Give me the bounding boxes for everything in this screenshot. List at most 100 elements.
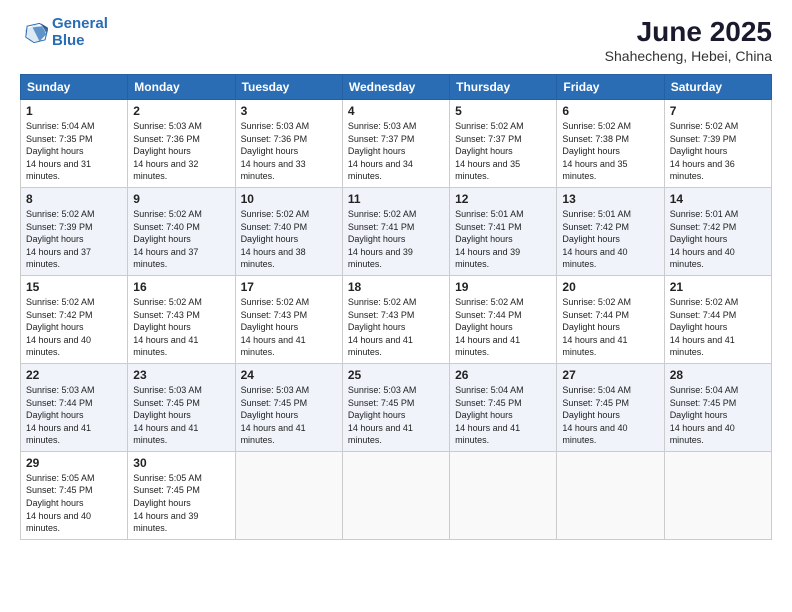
col-thursday: Thursday: [450, 75, 557, 100]
calendar-week-row: 29 Sunrise: 5:05 AMSunset: 7:45 PMDayligh…: [21, 451, 772, 539]
table-row: 23 Sunrise: 5:03 AMSunset: 7:45 PMDayligh…: [128, 363, 235, 451]
day-info: Sunrise: 5:03 AMSunset: 7:36 PMDaylight …: [133, 120, 229, 183]
calendar-title: June 2025: [605, 16, 772, 48]
table-row: 19 Sunrise: 5:02 AMSunset: 7:44 PMDayligh…: [450, 275, 557, 363]
header: General Blue June 2025 Shahecheng, Hebei…: [20, 16, 772, 64]
col-tuesday: Tuesday: [235, 75, 342, 100]
logo-general: General: [52, 15, 108, 32]
day-info: Sunrise: 5:02 AMSunset: 7:41 PMDaylight …: [348, 208, 444, 271]
table-row: 4Sunrise: 5:03 AMSunset: 7:37 PMDaylight…: [342, 100, 449, 188]
col-wednesday: Wednesday: [342, 75, 449, 100]
day-info: Sunrise: 5:02 AMSunset: 7:44 PMDaylight …: [455, 296, 551, 359]
day-info: Sunrise: 5:02 AMSunset: 7:43 PMDaylight …: [133, 296, 229, 359]
col-saturday: Saturday: [664, 75, 771, 100]
table-row: 22 Sunrise: 5:03 AMSunset: 7:44 PMDayligh…: [21, 363, 128, 451]
table-row: 14Sunrise: 5:01 AMSunset: 7:42 PMDayligh…: [664, 187, 771, 275]
calendar-week-row: 15 Sunrise: 5:02 AMSunset: 7:42 PMDayligh…: [21, 275, 772, 363]
day-number: 26: [455, 368, 551, 382]
day-info: Sunrise: 5:02 AMSunset: 7:43 PMDaylight …: [241, 296, 337, 359]
page: General Blue June 2025 Shahecheng, Hebei…: [0, 0, 792, 612]
table-row: 9Sunrise: 5:02 AMSunset: 7:40 PMDaylight…: [128, 187, 235, 275]
calendar-week-row: 1Sunrise: 5:04 AMSunset: 7:35 PMDaylight…: [21, 100, 772, 188]
table-row: 11Sunrise: 5:02 AMSunset: 7:41 PMDayligh…: [342, 187, 449, 275]
day-info: Sunrise: 5:01 AMSunset: 7:42 PMDaylight …: [562, 208, 658, 271]
table-row: 29 Sunrise: 5:05 AMSunset: 7:45 PMDayligh…: [21, 451, 128, 539]
day-info: Sunrise: 5:02 AMSunset: 7:43 PMDaylight …: [348, 296, 444, 359]
table-row: 6 Sunrise: 5:02 AMSunset: 7:38 PMDaylight…: [557, 100, 664, 188]
logo-blue: Blue: [52, 32, 85, 49]
col-monday: Monday: [128, 75, 235, 100]
day-number: 19: [455, 280, 551, 294]
day-number: 18: [348, 280, 444, 294]
table-row: [557, 451, 664, 539]
logo-text: General Blue: [52, 16, 108, 49]
day-info: Sunrise: 5:02 AMSunset: 7:44 PMDaylight …: [562, 296, 658, 359]
table-row: 2 Sunrise: 5:03 AMSunset: 7:36 PMDaylight…: [128, 100, 235, 188]
col-sunday: Sunday: [21, 75, 128, 100]
day-number: 17: [241, 280, 337, 294]
calendar-week-row: 8Sunrise: 5:02 AMSunset: 7:39 PMDaylight…: [21, 187, 772, 275]
day-number: 1: [26, 104, 122, 118]
day-number: 29: [26, 456, 122, 470]
calendar-subtitle: Shahecheng, Hebei, China: [605, 48, 772, 64]
calendar-header-row: Sunday Monday Tuesday Wednesday Thursday…: [21, 75, 772, 100]
day-info: Sunrise: 5:03 AMSunset: 7:45 PMDaylight …: [241, 384, 337, 447]
day-info: Sunrise: 5:03 AMSunset: 7:44 PMDaylight …: [26, 384, 122, 447]
day-number: 14: [670, 192, 766, 206]
day-info: Sunrise: 5:05 AMSunset: 7:45 PMDaylight …: [133, 472, 229, 535]
day-info: Sunrise: 5:02 AMSunset: 7:42 PMDaylight …: [26, 296, 122, 359]
day-info: Sunrise: 5:01 AMSunset: 7:41 PMDaylight …: [455, 208, 551, 271]
day-info: Sunrise: 5:03 AMSunset: 7:36 PMDaylight …: [241, 120, 337, 183]
day-number: 6: [562, 104, 658, 118]
table-row: 25Sunrise: 5:03 AMSunset: 7:45 PMDayligh…: [342, 363, 449, 451]
table-row: 1Sunrise: 5:04 AMSunset: 7:35 PMDaylight…: [21, 100, 128, 188]
table-row: [235, 451, 342, 539]
table-row: [342, 451, 449, 539]
table-row: 27 Sunrise: 5:04 AMSunset: 7:45 PMDayligh…: [557, 363, 664, 451]
table-row: 26 Sunrise: 5:04 AMSunset: 7:45 PMDayligh…: [450, 363, 557, 451]
day-number: 22: [26, 368, 122, 382]
day-info: Sunrise: 5:04 AMSunset: 7:45 PMDaylight …: [455, 384, 551, 447]
day-number: 24: [241, 368, 337, 382]
table-row: 10 Sunrise: 5:02 AMSunset: 7:40 PMDayligh…: [235, 187, 342, 275]
table-row: 28 Sunrise: 5:04 AMSunset: 7:45 PMDayligh…: [664, 363, 771, 451]
table-row: 30 Sunrise: 5:05 AMSunset: 7:45 PMDayligh…: [128, 451, 235, 539]
day-number: 15: [26, 280, 122, 294]
day-info: Sunrise: 5:02 AMSunset: 7:40 PMDaylight …: [241, 208, 337, 271]
day-number: 23: [133, 368, 229, 382]
logo: General Blue: [20, 16, 108, 49]
table-row: 8Sunrise: 5:02 AMSunset: 7:39 PMDaylight…: [21, 187, 128, 275]
day-number: 10: [241, 192, 337, 206]
table-row: 5Sunrise: 5:02 AMSunset: 7:37 PMDaylight…: [450, 100, 557, 188]
title-block: June 2025 Shahecheng, Hebei, China: [605, 16, 772, 64]
table-row: 20 Sunrise: 5:02 AMSunset: 7:44 PMDayligh…: [557, 275, 664, 363]
day-number: 2: [133, 104, 229, 118]
calendar-week-row: 22 Sunrise: 5:03 AMSunset: 7:44 PMDayligh…: [21, 363, 772, 451]
day-number: 13: [562, 192, 658, 206]
table-row: 15 Sunrise: 5:02 AMSunset: 7:42 PMDayligh…: [21, 275, 128, 363]
day-number: 12: [455, 192, 551, 206]
day-number: 9: [133, 192, 229, 206]
day-number: 20: [562, 280, 658, 294]
day-info: Sunrise: 5:04 AMSunset: 7:45 PMDaylight …: [562, 384, 658, 447]
day-number: 16: [133, 280, 229, 294]
day-info: Sunrise: 5:02 AMSunset: 7:44 PMDaylight …: [670, 296, 766, 359]
day-number: 30: [133, 456, 229, 470]
day-number: 28: [670, 368, 766, 382]
day-info: Sunrise: 5:02 AMSunset: 7:39 PMDaylight …: [670, 120, 766, 183]
col-friday: Friday: [557, 75, 664, 100]
logo-icon: [20, 22, 48, 44]
table-row: 16 Sunrise: 5:02 AMSunset: 7:43 PMDayligh…: [128, 275, 235, 363]
day-number: 7: [670, 104, 766, 118]
table-row: 24 Sunrise: 5:03 AMSunset: 7:45 PMDayligh…: [235, 363, 342, 451]
day-number: 27: [562, 368, 658, 382]
table-row: 3Sunrise: 5:03 AMSunset: 7:36 PMDaylight…: [235, 100, 342, 188]
day-info: Sunrise: 5:03 AMSunset: 7:45 PMDaylight …: [133, 384, 229, 447]
table-row: 12 Sunrise: 5:01 AMSunset: 7:41 PMDayligh…: [450, 187, 557, 275]
day-info: Sunrise: 5:05 AMSunset: 7:45 PMDaylight …: [26, 472, 122, 535]
day-info: Sunrise: 5:02 AMSunset: 7:38 PMDaylight …: [562, 120, 658, 183]
day-info: Sunrise: 5:04 AMSunset: 7:45 PMDaylight …: [670, 384, 766, 447]
table-row: [664, 451, 771, 539]
day-info: Sunrise: 5:02 AMSunset: 7:39 PMDaylight …: [26, 208, 122, 271]
day-number: 4: [348, 104, 444, 118]
